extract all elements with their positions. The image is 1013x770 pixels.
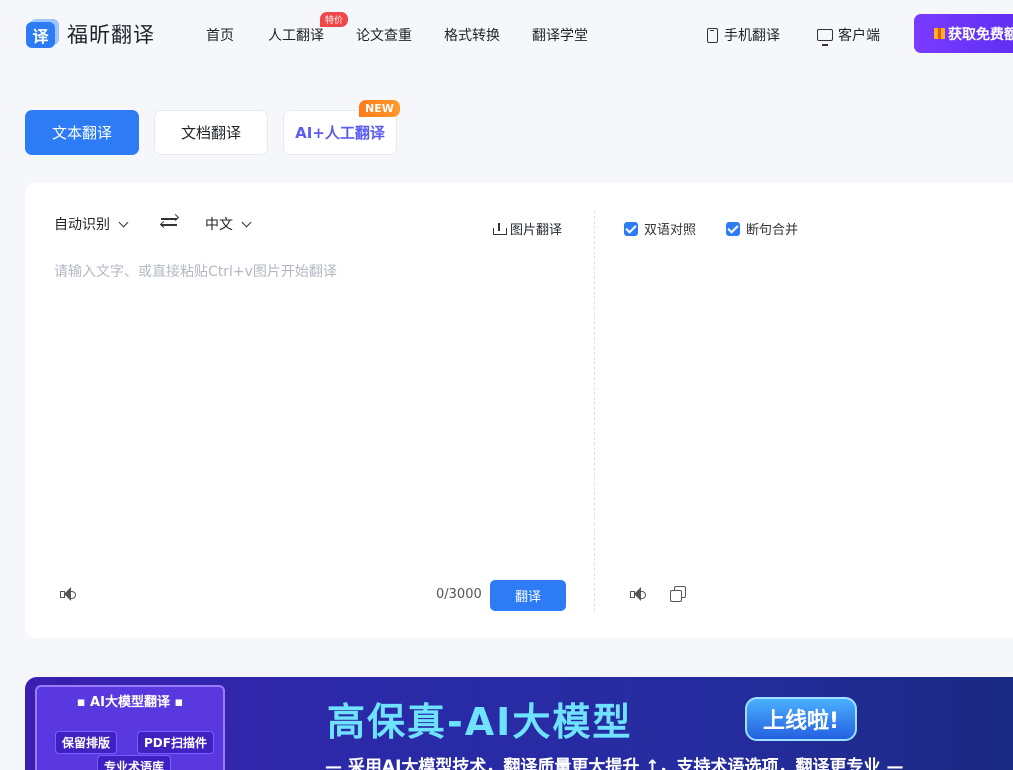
tab-text-translation[interactable]: 文本翻译 bbox=[25, 110, 139, 155]
merge-sentences-checkbox[interactable]: 断句合并 bbox=[726, 219, 798, 238]
special-price-badge: 特价 bbox=[320, 12, 349, 27]
phone-icon bbox=[707, 27, 718, 43]
logo-text: 福昕翻译 bbox=[67, 23, 155, 47]
source-language-select[interactable]: 自动识别 bbox=[54, 214, 129, 234]
translate-button[interactable]: 翻译 bbox=[490, 580, 566, 611]
upload-icon bbox=[493, 222, 507, 235]
translation-panel: 自动识别 中文 图片翻译 请输入文字、或直接粘贴Ctrl+v图片开始翻译 0/3… bbox=[25, 183, 1013, 638]
logo-icon: 译 bbox=[26, 19, 59, 49]
client-download-link[interactable]: 客户端 bbox=[817, 25, 880, 46]
banner-headline: 高保真-AI大模型 bbox=[327, 700, 633, 744]
nav-translation-academy[interactable]: 翻译学堂 bbox=[532, 25, 588, 45]
checkbox-checked-icon bbox=[726, 221, 740, 236]
new-badge: NEW bbox=[359, 100, 400, 117]
swap-languages-icon[interactable] bbox=[159, 213, 180, 229]
tab-document-translation[interactable]: 文档翻译 bbox=[154, 110, 268, 155]
banner-subline: — 采用AI大模型技术，翻译质量更大提升 ↑，支持术语选项，翻译更专业 — bbox=[325, 757, 904, 770]
feature-tag: PDF扫描件 bbox=[137, 731, 214, 754]
nav-home[interactable]: 首页 bbox=[206, 25, 234, 45]
image-translate-button[interactable]: 图片翻译 bbox=[493, 219, 562, 238]
chevron-down-icon bbox=[118, 217, 129, 227]
checkbox-checked-icon bbox=[624, 221, 638, 236]
banner-feature-card: ▪ AI大模型翻译 ▪ 保留排版 PDF扫描件 专业术语库 bbox=[35, 685, 225, 770]
gift-icon bbox=[934, 28, 945, 39]
nav-plagiarism-check[interactable]: 论文查重 bbox=[356, 25, 412, 45]
panel-divider bbox=[594, 211, 595, 611]
target-speaker-icon[interactable] bbox=[630, 587, 648, 603]
feature-tag: 保留排版 bbox=[55, 731, 118, 754]
banner-launch-pill: 上线啦! bbox=[745, 697, 857, 741]
nav-human-translation[interactable]: 人工翻译 特价 bbox=[268, 12, 349, 45]
logo[interactable]: 译 福昕翻译 bbox=[26, 19, 155, 49]
copy-icon[interactable] bbox=[670, 586, 687, 603]
nav-format-convert[interactable]: 格式转换 bbox=[444, 25, 500, 45]
source-text-input[interactable]: 请输入文字、或直接粘贴Ctrl+v图片开始翻译 bbox=[54, 261, 337, 281]
character-counter: 0/3000 bbox=[436, 587, 482, 602]
get-free-quota-button[interactable]: 获取免费额 bbox=[914, 14, 1013, 53]
top-header: 译 福昕翻译 首页 人工翻译 特价 论文查重 格式转换 翻译学堂 手机翻译 客户… bbox=[0, 0, 1013, 68]
promo-banner[interactable]: ▪ AI大模型翻译 ▪ 保留排版 PDF扫描件 专业术语库 高保真-AI大模型 … bbox=[25, 677, 1013, 770]
bilingual-checkbox[interactable]: 双语对照 bbox=[624, 219, 696, 238]
source-speaker-icon[interactable] bbox=[60, 587, 78, 603]
feature-tag: 专业术语库 bbox=[97, 755, 172, 770]
mobile-translate-link[interactable]: 手机翻译 bbox=[707, 25, 780, 45]
monitor-icon bbox=[817, 29, 833, 46]
target-language-select[interactable]: 中文 bbox=[205, 214, 252, 234]
chevron-down-icon bbox=[241, 217, 252, 227]
